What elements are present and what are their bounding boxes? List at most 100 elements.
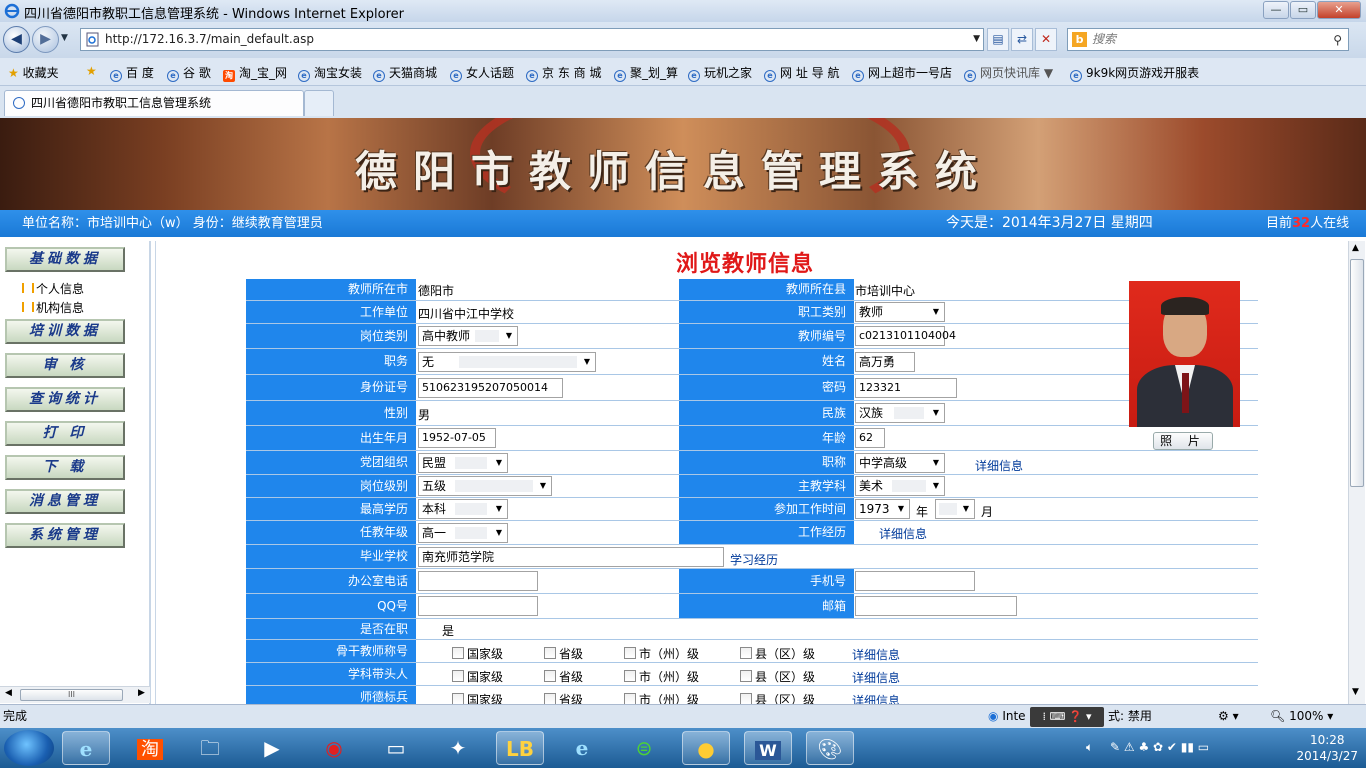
model-national-checkbox[interactable]: 国家级 — [452, 691, 503, 704]
backbone-detail-link[interactable]: 详细信息 — [852, 646, 900, 663]
leader-county-checkbox[interactable]: 县（区）级 — [740, 668, 815, 685]
taskbar-paint-icon[interactable]: 🎨︎ — [806, 731, 854, 765]
staff-type-select[interactable]: 教师 ▼ — [855, 302, 945, 322]
fav-link[interactable]: e网 址 导 航 — [764, 64, 839, 82]
forward-button[interactable]: ▶ — [32, 26, 59, 53]
menu-training-data[interactable]: 培训数据 — [5, 319, 125, 344]
taskbar-explorer-icon[interactable]: 🗀︎ — [186, 731, 234, 765]
zoom-control[interactable]: 🔍︎ 100% ▾ — [1270, 705, 1333, 728]
work-exp-detail-link[interactable]: 详细信息 — [879, 525, 927, 542]
model-city-checkbox[interactable]: 市（州）级 — [624, 691, 699, 704]
qq-input[interactable] — [418, 596, 538, 616]
menu-system[interactable]: 系统管理 — [5, 523, 125, 548]
model-detail-link[interactable]: 详细信息 — [852, 692, 900, 704]
taskbar-media-icon[interactable]: ▶ — [248, 731, 296, 765]
refresh-icon[interactable]: ⇄ — [1011, 28, 1033, 51]
search-input[interactable]: b 搜索 ⚲ — [1067, 28, 1349, 51]
model-county-checkbox[interactable]: 县（区）级 — [740, 691, 815, 704]
id-number-input[interactable]: 510623195207050014 — [418, 378, 563, 398]
search-icon[interactable]: ⚲ — [1333, 30, 1342, 51]
mobile-input[interactable] — [855, 571, 975, 591]
taskbar-network-icon[interactable]: ▭ — [372, 731, 420, 765]
minimize-button[interactable]: — — [1263, 1, 1289, 19]
stop-icon[interactable]: ✕ — [1035, 28, 1057, 51]
scroll-thumb[interactable] — [1350, 259, 1364, 487]
menu-personal-info[interactable]: 个人信息 — [22, 280, 84, 297]
add-favorite-icon[interactable]: ★ — [86, 64, 97, 78]
model-province-checkbox[interactable]: 省级 — [544, 691, 583, 704]
taskbar-taobao-icon[interactable]: 淘 — [126, 731, 174, 765]
browser-tab[interactable]: 四川省德阳市教职工信息管理系统 — [4, 90, 304, 116]
fav-link[interactable]: e 女人话题 — [450, 64, 514, 82]
maximize-button[interactable]: ▭ — [1290, 1, 1316, 19]
sidebar-hscrollbar[interactable]: ◀ III ▶ — [0, 686, 150, 703]
url-dropdown-icon[interactable]: ▼ — [973, 29, 980, 50]
close-button[interactable]: ✕ — [1317, 1, 1361, 19]
post-level-select[interactable]: 五级 ▼ — [418, 476, 552, 496]
menu-print[interactable]: 打 印 — [5, 421, 125, 446]
password-input[interactable]: 123321 — [855, 378, 957, 398]
email-input[interactable] — [855, 596, 1017, 616]
new-tab-button[interactable] — [304, 90, 334, 116]
volume-icon[interactable]: 🔈︎ — [1086, 740, 1093, 755]
subject-select[interactable]: 美术 ▼ — [855, 476, 945, 496]
menu-basic-data[interactable]: 基础数据 — [5, 247, 125, 272]
duty-select[interactable]: 无 ▼ — [418, 352, 596, 372]
page-vscrollbar[interactable]: ▲ ▼ — [1348, 241, 1365, 704]
taskbar-360-icon[interactable]: ⊜ — [620, 731, 668, 765]
addons-icon[interactable]: ⚙ ▾ — [1218, 705, 1239, 728]
taskbar-ie2-icon[interactable]: e — [558, 731, 606, 765]
start-button[interactable] — [4, 730, 54, 766]
fav-link[interactable]: e 网上超市一号店 — [852, 64, 952, 82]
taskbar-app-icon[interactable]: ✦ — [434, 731, 482, 765]
taskbar-qq-icon[interactable]: ● — [682, 731, 730, 765]
party-select[interactable]: 民盟 ▼ — [418, 453, 508, 473]
back-button[interactable]: ◀ — [3, 26, 30, 53]
url-input[interactable]: http://172.16.3.7/main_default.asp ▼ — [80, 28, 984, 51]
study-exp-link[interactable]: 学习经历 — [730, 551, 778, 568]
backbone-city-checkbox[interactable]: 市（州）级 — [624, 645, 699, 662]
tray-app-icons[interactable]: ✎ ⚠ ♣ ✿ ✔ ▮▮ ▭ — [1110, 740, 1209, 754]
backbone-county-checkbox[interactable]: 县（区）级 — [740, 645, 815, 662]
menu-org-info[interactable]: 机构信息 — [22, 299, 84, 316]
ethnicity-select[interactable]: 汉族 ▼ — [855, 403, 945, 423]
fav-link[interactable]: e 天猫商城 — [373, 64, 437, 82]
fav-link[interactable]: e 淘宝女装 — [298, 64, 362, 82]
leader-detail-link[interactable]: 详细信息 — [852, 669, 900, 686]
fav-link[interactable]: e百 度 — [110, 64, 154, 82]
favorites-button[interactable]: ★ 收藏夹 — [8, 64, 59, 81]
backbone-province-checkbox[interactable]: 省级 — [544, 645, 583, 662]
grade-select[interactable]: 高一 ▼ — [418, 523, 508, 543]
taskbar-clock[interactable]: 10:28 2014/3/27 — [1296, 732, 1358, 764]
photo-button[interactable]: 照 片 — [1153, 432, 1213, 450]
title-select[interactable]: 中学高级 ▼ — [855, 453, 945, 473]
birth-input[interactable]: 1952-07-05 — [418, 428, 496, 448]
name-input[interactable]: 高万勇 — [855, 352, 915, 372]
fav-link[interactable]: e 9k9k网页游戏开服表 — [1070, 64, 1199, 82]
menu-query-stats[interactable]: 查询统计 — [5, 387, 125, 412]
menu-messages[interactable]: 消息管理 — [5, 489, 125, 514]
backbone-national-checkbox[interactable]: 国家级 — [452, 645, 503, 662]
fav-link[interactable]: e 聚_划_算 — [614, 64, 678, 82]
taskbar-lb-icon[interactable]: LB — [496, 731, 544, 765]
fav-link[interactable]: e谷 歌 — [167, 64, 211, 82]
taskbar-player-icon[interactable]: ◉ — [310, 731, 358, 765]
office-phone-input[interactable] — [418, 571, 538, 591]
post-type-select[interactable]: 高中教师 ▼ — [418, 326, 518, 346]
fav-link[interactable]: 淘淘_宝_网 — [223, 64, 287, 82]
leader-national-checkbox[interactable]: 国家级 — [452, 668, 503, 685]
menu-review[interactable]: 审 核 — [5, 353, 125, 378]
fav-link[interactable]: e京 东 商 城 — [526, 64, 601, 82]
menu-download[interactable]: 下 载 — [5, 455, 125, 480]
school-input[interactable]: 南充师范学院 — [418, 547, 724, 567]
title-detail-link[interactable]: 详细信息 — [975, 457, 1023, 474]
teacher-no-input[interactable]: c0213101104004 — [855, 326, 956, 346]
scroll-thumb[interactable]: III — [20, 689, 123, 701]
age-input[interactable]: 62 — [855, 428, 885, 448]
work-start-year-select[interactable]: 1973 ▼ — [855, 499, 910, 519]
taskbar-word-icon[interactable]: W — [744, 731, 792, 765]
fav-link[interactable]: e 网页快讯库 ▼ — [964, 64, 1053, 82]
ime-toolbar[interactable]: ⁞ ⌨ ❓ ▾ — [1030, 707, 1104, 727]
taskbar-ie-icon[interactable]: e — [62, 731, 110, 765]
leader-province-checkbox[interactable]: 省级 — [544, 668, 583, 685]
